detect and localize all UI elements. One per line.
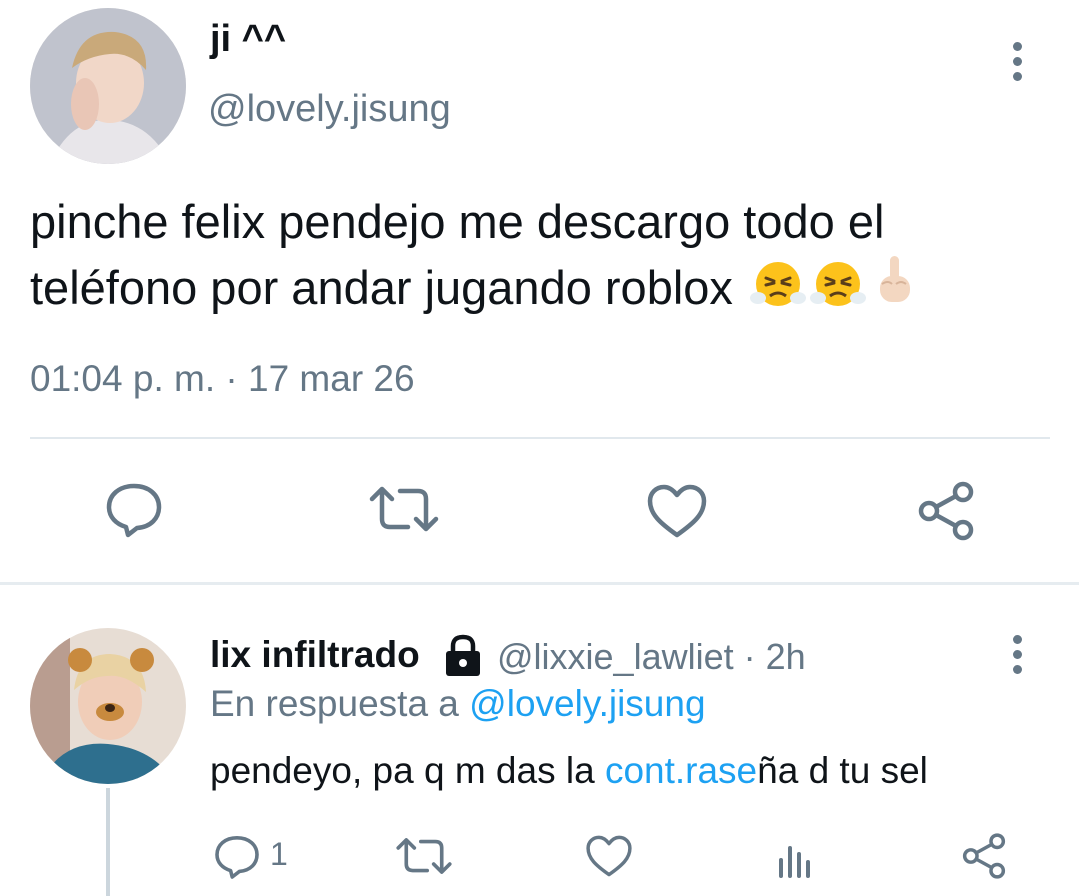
- reply-text-after: ña d tu sel: [757, 750, 928, 791]
- more-options-icon[interactable]: [1010, 42, 1024, 87]
- retweet-button[interactable]: [368, 483, 440, 540]
- reply-text-before: pendeyo, pa q m das la: [210, 750, 605, 791]
- reply-icon: [215, 836, 259, 879]
- timestamp[interactable]: 01:04 p. m. · 17 mar 26: [30, 358, 415, 400]
- share-button[interactable]: [960, 832, 1008, 885]
- in-reply-to: En respuesta a @lovely.jisung: [210, 683, 706, 725]
- middle-finger-icon: [870, 254, 918, 326]
- section-separator: [0, 582, 1079, 585]
- like-button[interactable]: [646, 483, 708, 544]
- retweet-icon: [396, 838, 452, 874]
- reply-display-name[interactable]: lix infiltrado: [210, 634, 420, 676]
- like-button[interactable]: [585, 834, 633, 883]
- avatar[interactable]: [30, 628, 186, 784]
- thread-line: [106, 788, 110, 896]
- divider: [30, 437, 1050, 439]
- in-reply-to-prefix: En respuesta a: [210, 683, 470, 724]
- reply-button[interactable]: [213, 834, 261, 885]
- display-name[interactable]: ji ^^: [210, 18, 286, 61]
- heart-icon: [647, 484, 707, 538]
- reply-button[interactable]: [104, 482, 164, 543]
- face-with-steam-from-nose-icon: [809, 258, 866, 326]
- avatar[interactable]: [30, 8, 186, 164]
- heart-icon: [586, 835, 632, 877]
- tweet-text: pinche felix pendejo me descargo todo el…: [30, 190, 1060, 326]
- reply-handle-time[interactable]: @lixxie_lawliet · 2h: [497, 636, 806, 678]
- user-handle[interactable]: @lovely.jisung: [208, 88, 451, 131]
- stats-icon: [779, 846, 810, 878]
- share-icon: [962, 833, 1006, 879]
- more-options-icon[interactable]: [1010, 635, 1024, 680]
- reply-icon: [106, 483, 162, 538]
- lock-icon: [441, 634, 485, 683]
- in-reply-to-handle-link[interactable]: @lovely.jisung: [469, 683, 705, 724]
- reply-text: pendeyo, pa q m das la cont.raseña d tu …: [210, 750, 928, 792]
- retweet-icon: [369, 486, 439, 532]
- share-button[interactable]: [915, 480, 977, 547]
- reply-text-link[interactable]: cont.rase: [605, 750, 757, 791]
- stats-button[interactable]: [775, 838, 815, 883]
- share-icon: [918, 481, 974, 541]
- retweet-button[interactable]: [395, 835, 453, 882]
- face-with-steam-from-nose-icon: [749, 258, 806, 326]
- tweet-text-line1: pinche felix pendejo me descargo todo el: [30, 195, 885, 248]
- reply-count: 1: [270, 836, 288, 872]
- tweet-text-line2: teléfono por andar jugando roblox: [30, 261, 733, 314]
